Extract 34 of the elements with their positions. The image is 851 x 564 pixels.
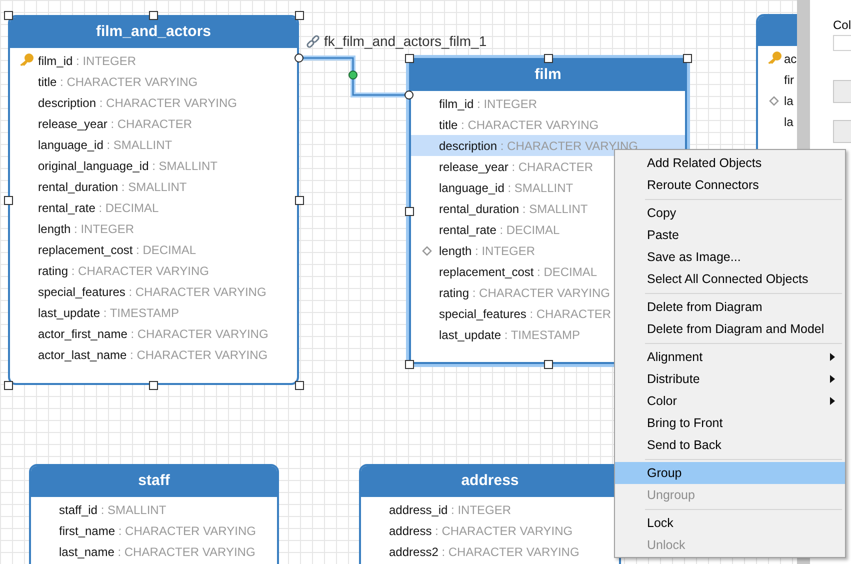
- column-entry: staff_id : SMALLINT: [59, 502, 166, 518]
- table-header: film: [411, 60, 685, 91]
- panel-label: Col: [833, 17, 851, 34]
- column-entry: description : CHARACTER VARYING: [38, 94, 237, 112]
- column-entry: title : CHARACTER VARYING: [439, 116, 599, 134]
- column-entry: ac: [784, 50, 797, 68]
- column-entry: rating : CHARACTER VARYING: [38, 262, 209, 280]
- column-entry: language_id : SMALLINT: [38, 136, 172, 154]
- column-entry: special_features : CHARACTER VARYING: [38, 284, 266, 300]
- table-header: film_and_actors: [10, 17, 297, 48]
- column-entry: actor_first_name : CHARACTER VARYING: [38, 326, 268, 342]
- column-entry: release_year : CHARACTER: [38, 116, 192, 132]
- column-entry: actor_last_name : CHARACTER VARYING: [38, 346, 268, 364]
- connector-label: fk_film_and_actors_film_1: [324, 32, 487, 51]
- column-entry: la: [784, 92, 794, 110]
- column-entry: replacement_cost : DECIMAL: [38, 242, 196, 258]
- column-entry: title : CHARACTER VARYING: [38, 74, 198, 90]
- column-entry: rental_duration : SMALLINT: [38, 178, 187, 196]
- column-entry: address2 : CHARACTER VARYING: [389, 544, 580, 560]
- column-entry: original_language_id : SMALLINT: [38, 158, 218, 174]
- column-entry: length : INTEGER: [38, 220, 134, 238]
- column-entry: length : INTEGER: [439, 242, 536, 260]
- column-entry: first_name : CHARACTER VARYING: [59, 522, 256, 540]
- column-entry: last_update : TIMESTAMP: [38, 304, 179, 322]
- table-header: staff: [31, 466, 277, 497]
- column-entry: film_id : INTEGER: [38, 52, 136, 70]
- column-entry: la: [784, 114, 794, 130]
- column-entry: address : CHARACTER VARYING: [389, 522, 573, 540]
- column-entry: last_name : CHARACTER VARYING: [59, 544, 256, 560]
- column-entry: rental_rate : DECIMAL: [38, 200, 159, 216]
- column-entry: fir: [784, 72, 794, 88]
- column-entry: address_id : INTEGER: [389, 502, 512, 518]
- column-entry: rating : CHARACTER VARYING: [439, 284, 610, 302]
- column-entry: film_id : INTEGER: [439, 96, 538, 112]
